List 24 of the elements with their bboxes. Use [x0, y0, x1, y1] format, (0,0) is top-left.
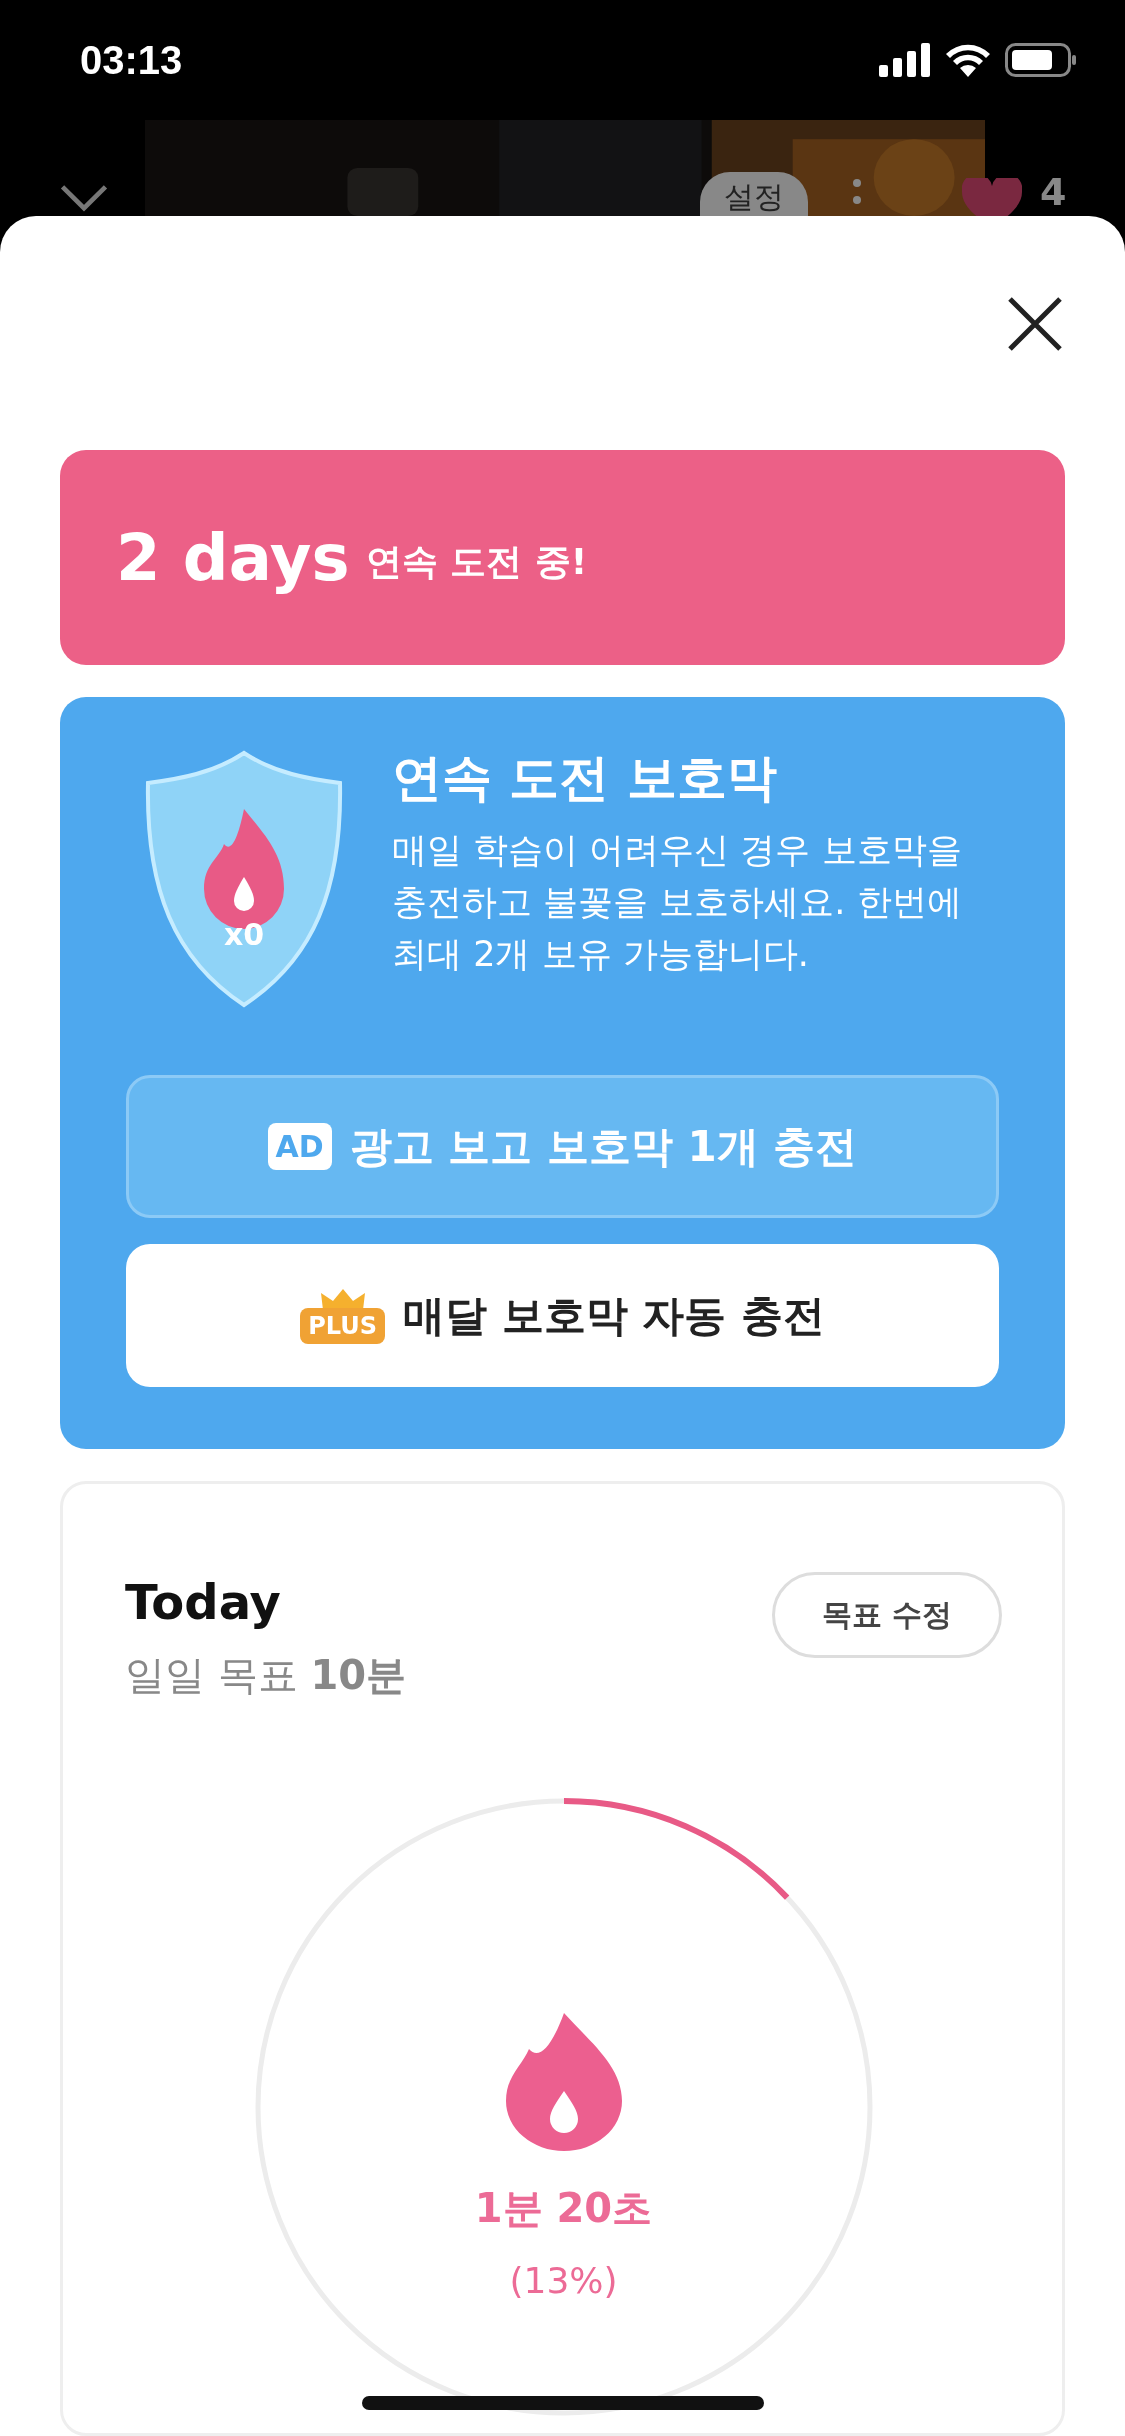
streak-days: 2 days [116, 520, 350, 595]
plus-subscribe-button[interactable]: PLUS 매달 보호막 자동 충전 [126, 1244, 999, 1387]
status-time: 03:13 [80, 37, 183, 83]
streak-label: 연속 도전 중! [365, 540, 588, 584]
edit-goal-button[interactable]: 목표 수정 [772, 1572, 1002, 1658]
progress-percent: (13%) [509, 2260, 618, 2301]
plus-badge: PLUS [300, 1307, 385, 1344]
battery-icon [1005, 43, 1077, 77]
shield-count: x0 [222, 917, 266, 952]
daily-goal: 일일 목표 10분 [125, 1651, 407, 1700]
settings-tooltip: 설정 [700, 172, 808, 216]
ad-badge: AD [267, 1123, 332, 1170]
shield-title: 연속 도전 보호막 [392, 748, 778, 809]
chevron-down-icon[interactable] [58, 184, 110, 212]
heart-icon [962, 178, 1022, 216]
shield-icon [144, 749, 344, 1009]
flame-icon [503, 2011, 624, 2151]
elapsed-time: 1분 20초 [474, 2184, 653, 2233]
close-icon[interactable] [1007, 296, 1063, 352]
today-title: Today [125, 1574, 282, 1630]
like-count: 4 [1040, 170, 1067, 214]
shield-description: 매일 학습이 어려우신 경우 보호막을 충전하고 불꽃을 보호하세요. 한번에 최대 2개 보유 가능합니다. [392, 829, 963, 976]
wifi-icon [945, 43, 991, 77]
signal-icon [879, 43, 931, 77]
